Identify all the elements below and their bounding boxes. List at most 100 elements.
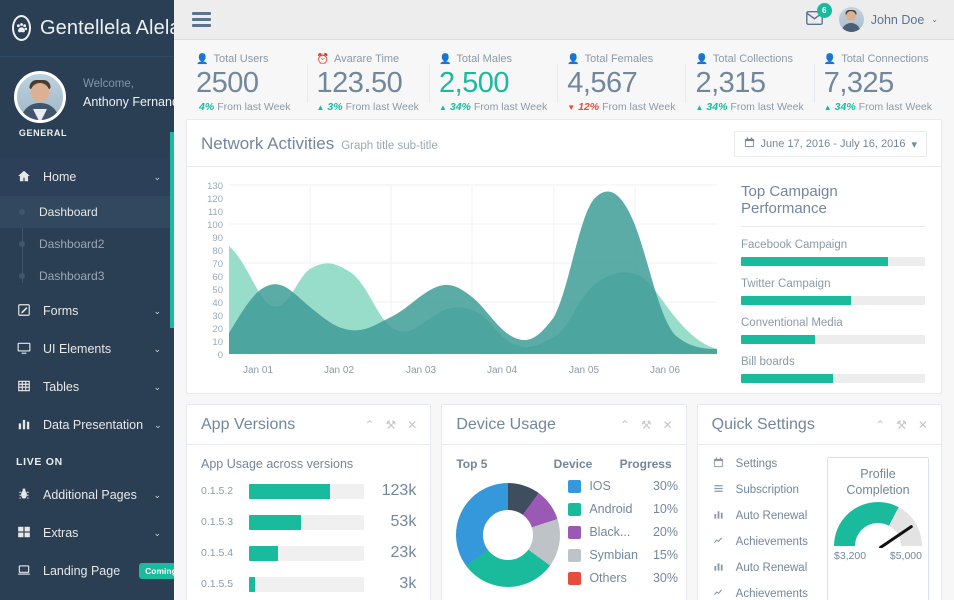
quick-setting-label: Auto Renewal xyxy=(736,510,808,522)
campaign-item: Bill boards xyxy=(741,344,925,383)
sidebar-item-ui-elements[interactable]: UI Elements ⌄ xyxy=(0,330,174,368)
profile-completion-gauge-card: Profile Completion $3,200 $5,000 xyxy=(827,457,929,600)
svg-text:20: 20 xyxy=(212,324,223,335)
progress-fill xyxy=(249,515,301,530)
bar-chart-icon xyxy=(16,417,32,434)
quick-setting-settings[interactable]: Settings xyxy=(712,457,817,471)
sidebar-item-extras[interactable]: Extras ⌄ xyxy=(0,514,174,552)
coming-soon-badge: Coming Soon xyxy=(139,563,174,579)
donut-legend: IOS 30% Android 10% Bl xyxy=(568,477,678,594)
hamburger-icon[interactable] xyxy=(188,8,215,31)
windows-icon xyxy=(16,525,32,542)
app-version-label: 0.1.5.4 xyxy=(201,547,239,559)
close-icon[interactable]: ✕ xyxy=(663,418,673,432)
legend-label: Others xyxy=(589,571,638,585)
settings-wrench-icon[interactable]: ⚒ xyxy=(641,418,652,432)
stat-sub-label: From last Week xyxy=(730,101,803,113)
sidebar-item-home[interactable]: Home ⌄ xyxy=(0,158,174,196)
progress-fill xyxy=(249,484,330,499)
svg-text:80: 80 xyxy=(212,246,223,257)
settings-wrench-icon[interactable]: ⚒ xyxy=(386,418,397,432)
campaign-label: Facebook Campaign xyxy=(741,239,925,251)
svg-text:120: 120 xyxy=(207,194,223,205)
sidebar-item-label: Forms xyxy=(43,304,142,318)
stat-title: 👤 Total Collections xyxy=(695,53,803,65)
quick-setting-label: Auto Renewal xyxy=(736,562,808,574)
svg-text:40: 40 xyxy=(212,298,223,309)
collapse-icon[interactable]: ⌃ xyxy=(364,418,374,432)
sidebar-item-additional-pages[interactable]: Additional Pages ⌄ xyxy=(0,476,174,514)
sidebar-item-data-presentation[interactable]: Data Presentation ⌄ xyxy=(0,406,174,444)
stat-percent: 34% xyxy=(835,101,856,113)
sidebar-profile: GENERAL Welcome, Anthony Fernando xyxy=(0,57,174,150)
panel-header: Network Activities Graph title sub-title… xyxy=(187,120,941,167)
progress-fill xyxy=(741,335,815,344)
campaign-label: Bill boards xyxy=(741,356,925,368)
brand[interactable]: Gentellela Alela! xyxy=(0,0,174,57)
line-chart-icon xyxy=(712,587,726,600)
user-icon: 👤 xyxy=(824,54,836,65)
sidebar-item-dashboard2[interactable]: Dashboard2 xyxy=(0,228,174,260)
date-range-picker[interactable]: June 17, 2016 - July 16, 2016 ▾ xyxy=(734,131,927,157)
sidebar-item-label: UI Elements xyxy=(43,342,142,356)
app-version-row: 0.1.5.5 3k xyxy=(201,575,416,593)
welcome-block: Welcome, Anthony Fernando xyxy=(83,71,174,111)
svg-text:Jan 01: Jan 01 xyxy=(243,365,273,376)
stat-title: 👤 Total Females xyxy=(567,53,675,65)
user-menu[interactable]: John Doe ⌄ xyxy=(839,7,938,32)
top-navbar: 6 John Doe ⌄ xyxy=(174,0,954,40)
stat-value: 2,315 xyxy=(695,65,803,101)
stat-sub-label: From last Week xyxy=(217,101,290,113)
sidebar-item-dashboard[interactable]: Dashboard xyxy=(0,196,174,228)
app-version-value: 123k xyxy=(374,482,416,500)
sidebar-item-label: Tables xyxy=(43,380,142,394)
sidebar-item-landing-page[interactable]: Landing Page Coming Soon xyxy=(0,552,174,590)
sidebar-item-label: Additional Pages xyxy=(43,488,142,502)
avatar-wrap: GENERAL xyxy=(14,71,72,138)
quick-setting-subscription[interactable]: Subscription xyxy=(712,483,817,497)
stat-tile-total-collections: 👤 Total Collections 2,315 ▲ 34% From las… xyxy=(685,50,813,113)
sidebar-item-dashboard3[interactable]: Dashboard3 xyxy=(0,260,174,292)
panel-subtitle: Graph title sub-title xyxy=(341,140,438,152)
progress-track xyxy=(741,335,925,344)
sidebar-item-forms[interactable]: Forms ⌄ xyxy=(0,292,174,330)
quick-setting-achievements[interactable]: Achievements xyxy=(712,535,817,549)
close-icon[interactable]: ✕ xyxy=(918,418,928,432)
svg-text:60: 60 xyxy=(212,272,223,283)
panel-tools: ⌃ ⚒ ✕ xyxy=(364,418,417,432)
app-versions-caption: App Usage across versions xyxy=(201,457,416,471)
envelope-icon[interactable]: 6 xyxy=(806,11,823,29)
trend-arrow-icon: ▲ xyxy=(317,103,325,112)
quick-setting-achievements-2[interactable]: Achievements xyxy=(712,587,817,600)
settings-wrench-icon[interactable]: ⚒ xyxy=(896,418,907,432)
avatar xyxy=(14,71,66,123)
chevron-down-icon: ⌄ xyxy=(153,490,161,501)
legend-label: Black... xyxy=(589,525,638,539)
quick-setting-auto-renewal-2[interactable]: Auto Renewal xyxy=(712,561,817,575)
x-axis-ticks: Jan 01 Jan 02 Jan 03 Jan 04 Jan 05 Jan 0… xyxy=(243,365,680,376)
campaign-item: Facebook Campaign xyxy=(741,227,925,266)
sidebar-item-tables[interactable]: Tables ⌄ xyxy=(0,368,174,406)
stat-tile-total-users: 👤 Total Users 2500 4% From last Week xyxy=(186,50,307,113)
main-content: 6 John Doe ⌄ 👤 Total Users xyxy=(174,0,954,600)
stats-row: 👤 Total Users 2500 4% From last Week ⏰ A… xyxy=(182,40,946,119)
collapse-icon[interactable]: ⌃ xyxy=(875,418,885,432)
stat-percent: 12% xyxy=(578,101,599,113)
desktop-icon xyxy=(16,341,32,358)
collapse-icon[interactable]: ⌃ xyxy=(620,418,630,432)
stat-trend: ▼ 12% From last Week xyxy=(567,101,675,113)
progress-track xyxy=(741,296,925,305)
legend-value: 30% xyxy=(638,571,678,585)
close-icon[interactable]: ✕ xyxy=(407,418,417,432)
legend-value: 30% xyxy=(638,479,678,493)
campaign-item: Twitter Campaign xyxy=(741,266,925,305)
sidebar-subnav-home: Dashboard Dashboard2 Dashboard3 xyxy=(0,196,174,292)
dashboard-root: Gentellela Alela! GENERAL Welcome, Antho… xyxy=(0,0,954,600)
quick-setting-auto-renewal[interactable]: Auto Renewal xyxy=(712,509,817,523)
app-version-value: 23k xyxy=(374,544,416,562)
trend-arrow-icon: ▼ xyxy=(567,103,575,112)
stat-value: 2,500 xyxy=(439,65,547,101)
progress-track xyxy=(741,257,925,266)
stat-title: 👤 Total Males xyxy=(439,53,547,65)
column-header-top5: Top 5 xyxy=(456,457,553,471)
